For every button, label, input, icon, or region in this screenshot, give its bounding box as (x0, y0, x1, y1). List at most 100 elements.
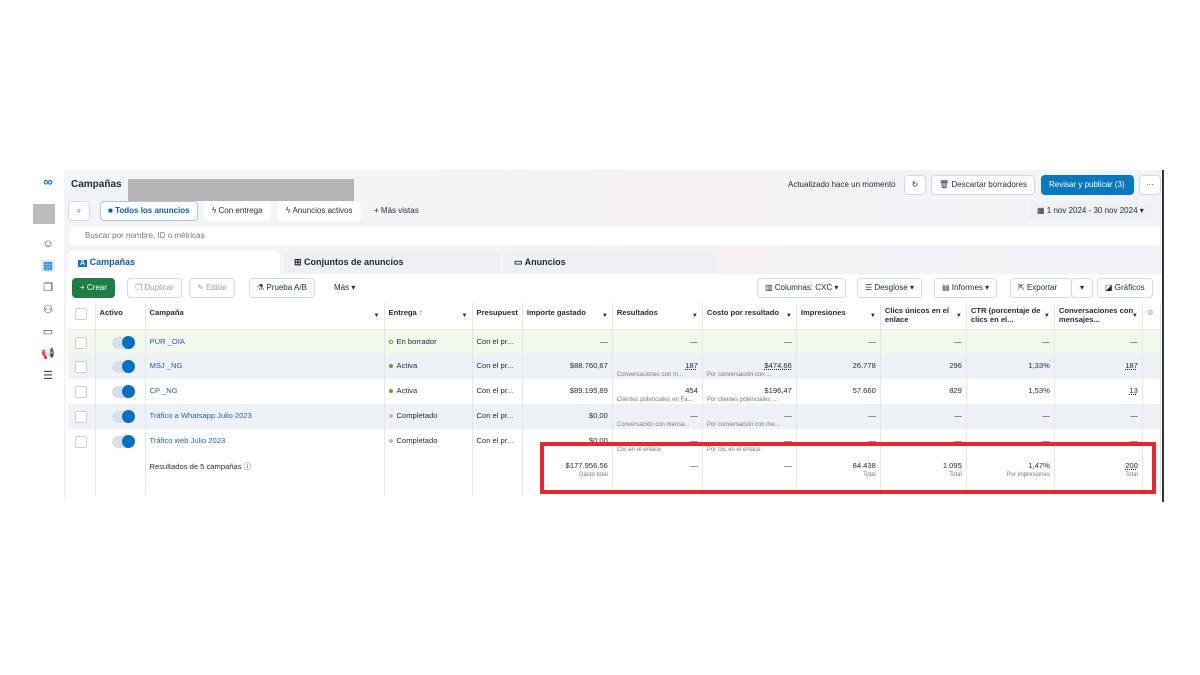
table-row[interactable]: Tráfico a Whatsapp Julio 2023 Completado… (68, 404, 1161, 429)
left-sidebar: ∞ ☺ ▦ ❐ ⚇ ▭ 📢 ☰ (30, 172, 64, 502)
campaign-name[interactable]: PUR _OIA (145, 329, 385, 354)
budget: Con el pr... (472, 404, 523, 429)
col-conversations[interactable]: Conversaciones con mensajes... ▼ (1054, 303, 1143, 330)
col-activo[interactable]: Activo (95, 303, 146, 330)
amount-spent: $89.195,89 (522, 379, 613, 404)
page-title: Campañas (71, 179, 122, 190)
search-input[interactable] (70, 226, 1160, 245)
tab-ads[interactable]: ▭ Anuncios (504, 250, 718, 274)
active-toggle[interactable] (95, 354, 146, 379)
active-toggle[interactable] (95, 329, 146, 354)
col-delivery[interactable]: Entrega ↑ ▼ (384, 303, 473, 330)
billing-icon[interactable]: ▭ (41, 326, 55, 338)
row-checkbox[interactable] (68, 329, 96, 354)
info-icon: ⓘ (243, 462, 252, 471)
impressions: 57.660 (796, 379, 881, 404)
amount-spent: $0,00 (522, 404, 613, 429)
row-checkbox[interactable] (68, 429, 96, 454)
reports-icon: ▤ (942, 283, 952, 292)
view-delivering[interactable]: ϟ Con entrega (204, 201, 271, 221)
results: — (612, 329, 703, 354)
columns-button[interactable]: ▥ Columnas: CXC ▾ (757, 278, 847, 298)
search-button[interactable]: ⌕ (68, 201, 90, 221)
campaign-name[interactable]: CP _NG (145, 379, 385, 404)
breakdown-button[interactable]: ☰ Desglose ▾ (857, 278, 923, 298)
active-toggle[interactable] (95, 379, 146, 404)
col-ctr[interactable]: CTR (porcentaje de clics en el... ▼ (966, 303, 1055, 330)
refresh-button[interactable]: ↻ (904, 175, 926, 195)
breakdown-icon: ☰ (865, 283, 875, 292)
budget: Con el pr... (472, 379, 523, 404)
table-row[interactable]: PUR _OIA En borrador Con el pr... — — — … (68, 329, 1161, 354)
link-clicks: — (880, 404, 967, 429)
campaign-name[interactable]: Tráfico a Whatsapp Julio 2023 (145, 404, 385, 429)
search-icon: ⌕ (76, 206, 82, 215)
conversations: 13 (1054, 379, 1143, 404)
megaphone-icon[interactable]: 📢 (41, 348, 55, 360)
account-avatar[interactable] (33, 204, 55, 224)
row-checkbox[interactable] (68, 379, 96, 404)
table-icon[interactable]: ▦ (41, 260, 55, 272)
create-button[interactable]: + Crear (72, 278, 115, 298)
view-all-ads[interactable]: ■ Todos los anuncios (100, 201, 198, 221)
chevron-down-icon: ▾ (907, 283, 915, 292)
publish-button[interactable]: Revisar y publicar (3) (1041, 175, 1134, 195)
duplicate-button[interactable]: ❐ Duplicar (127, 278, 182, 298)
cost-per-result: — (702, 329, 797, 354)
audience-icon[interactable]: ⚇ (41, 304, 55, 316)
charts-button[interactable]: ◪ Gráficos (1097, 278, 1153, 298)
campaign-name[interactable]: MSJ _NG (145, 354, 385, 379)
ad-icon: ▭ (514, 257, 525, 267)
export-dropdown[interactable]: ▾ (1071, 278, 1093, 298)
more-options-button[interactable]: ··· (1139, 175, 1161, 195)
smiley-icon[interactable]: ☺ (41, 238, 55, 250)
results: 187 Conversaciones con m... (612, 354, 703, 379)
pages-icon[interactable]: ❐ (41, 282, 55, 294)
delivery-status: Activa (384, 354, 473, 379)
col-cost[interactable]: Costo por resultado ▼ (702, 303, 797, 330)
totals-label: Resultados de 5 campañas ⓘ (145, 454, 385, 495)
table-row[interactable]: MSJ _NG Activa Con el pr... $88.760,67 1… (68, 354, 1161, 379)
plus-icon: + (374, 206, 381, 215)
col-impressions[interactable]: Impresiones ▼ (796, 303, 881, 330)
table-row[interactable]: CP _NG Activa Con el pr... $89.195,89 45… (68, 379, 1161, 404)
conversations: — (1054, 329, 1143, 354)
impressions: — (796, 404, 881, 429)
col-results[interactable]: Resultados ▼ (612, 303, 703, 330)
delivery-status: Activa (384, 379, 473, 404)
more-button[interactable]: Más ▾ (326, 278, 364, 298)
menu-icon[interactable]: ☰ (41, 370, 55, 382)
cost-per-result: — Por conversación con me... (702, 404, 797, 429)
more-views-button[interactable]: + Más vistas (366, 201, 427, 221)
col-spent[interactable]: Importe gastado ▼ (522, 303, 613, 330)
date-range-picker[interactable]: ▦ 1 nov 2024 - 30 nov 2024 ▾ (1029, 201, 1152, 221)
active-toggle[interactable] (95, 429, 146, 454)
export-button[interactable]: ⇱ Exportar (1010, 278, 1072, 298)
col-clicks[interactable]: Clics únicos en el enlace ▼ (880, 303, 967, 330)
select-all[interactable] (68, 303, 96, 330)
view-active-ads[interactable]: ϟ Anuncios activos (278, 201, 361, 221)
link-clicks: 829 (880, 379, 967, 404)
discard-drafts-button[interactable]: 🗑 Descartar borradores (931, 175, 1035, 195)
col-budget[interactable]: Presupuest (472, 303, 523, 330)
columns-icon: ▥ (765, 283, 775, 292)
amount-spent: $88.760,67 (522, 354, 613, 379)
cost-per-result: $196,47 Por clientes potenciales ... (702, 379, 797, 404)
edit-button[interactable]: ✎ Editar (189, 278, 235, 298)
col-campaign[interactable]: Campaña ▼ (145, 303, 385, 330)
ab-test-button[interactable]: ⚗ Prueba A/B (249, 278, 315, 298)
budget: Con el pr... (472, 354, 523, 379)
delivery-status: En borrador (384, 329, 473, 354)
tab-campaigns[interactable]: A Campañas (68, 250, 280, 274)
campaign-name[interactable]: Tráfico web Julio 2023 (145, 429, 385, 454)
column-settings-icon[interactable]: ⚙ (1142, 303, 1161, 330)
row-checkbox[interactable] (68, 354, 96, 379)
active-toggle[interactable] (95, 404, 146, 429)
row-checkbox[interactable] (68, 404, 96, 429)
tab-ad-sets[interactable]: ⊞ Conjuntos de anuncios (284, 250, 500, 274)
chevron-down-icon: ▾ (1079, 283, 1084, 292)
link-clicks: — (880, 329, 967, 354)
redacted-account (128, 179, 354, 201)
results: — Conversación con mensa... (612, 404, 703, 429)
reports-button[interactable]: ▤ Informes ▾ (934, 278, 998, 298)
